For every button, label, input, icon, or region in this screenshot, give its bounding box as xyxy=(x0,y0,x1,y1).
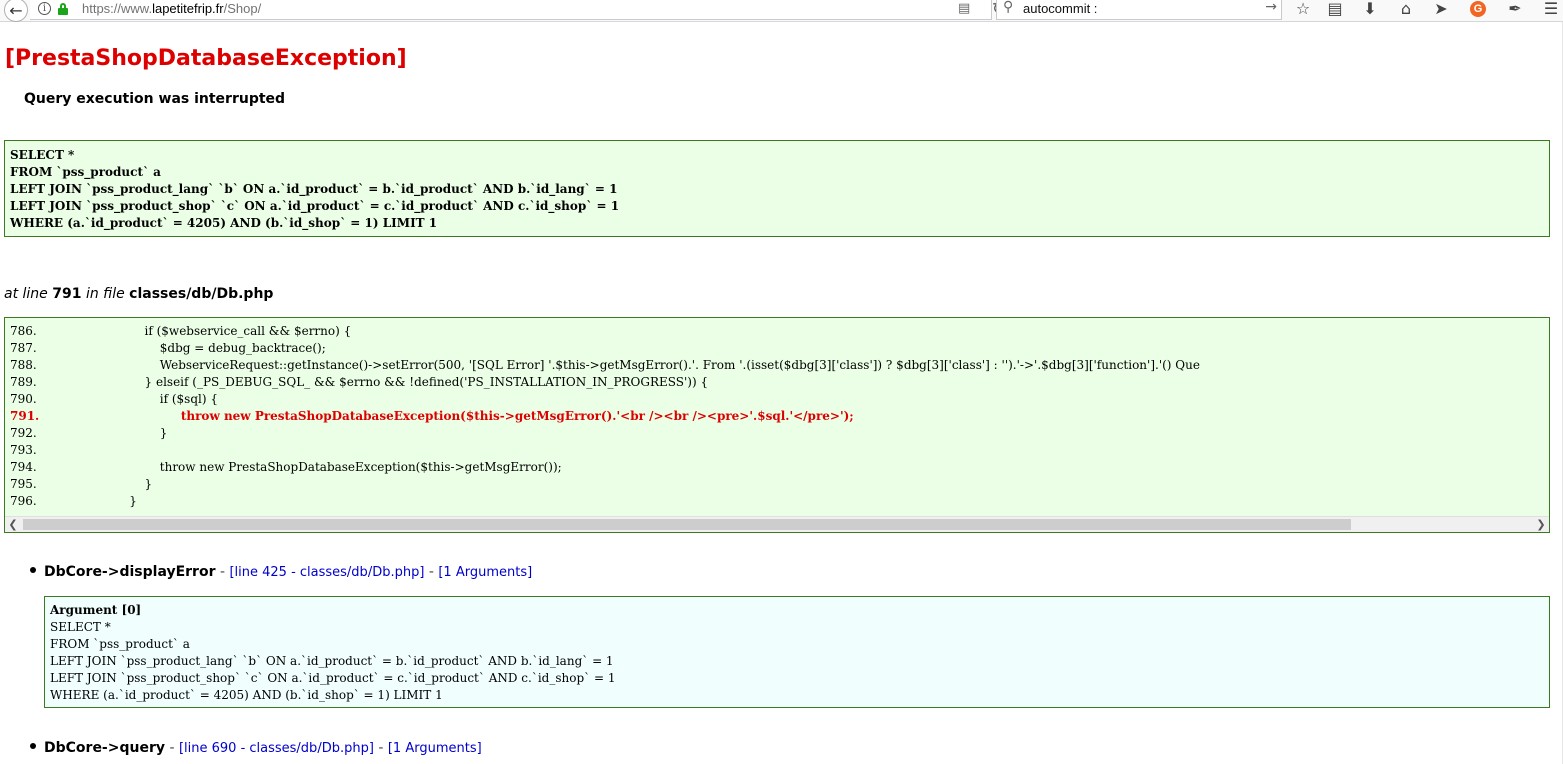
trace-args-link[interactable]: [1 Arguments] xyxy=(438,565,532,580)
code-lines: 786. if ($webservice_call && $errno) {78… xyxy=(10,323,1549,510)
code-line-number: 787. xyxy=(10,341,37,355)
download-icon[interactable]: ⬇ xyxy=(1358,0,1382,20)
code-line-number: 796. xyxy=(10,494,37,508)
trace-item: DbCore->displayError - [line 425 - class… xyxy=(30,564,532,580)
code-line-number: 794. xyxy=(10,460,37,474)
in-file-text: in file xyxy=(85,286,125,302)
code-line-number: 795. xyxy=(10,477,37,491)
url-prefix: https://www. xyxy=(82,1,153,16)
argument-line: FROM `pss_product` a xyxy=(50,637,190,651)
code-line-highlighted: 791. throw new PrestaShopDatabaseExcepti… xyxy=(10,408,1549,425)
reading-list-icon[interactable]: ▤ xyxy=(1323,0,1347,20)
code-line: 792. } xyxy=(10,425,1549,442)
sql-query-box: SELECT * FROM `pss_product` a LEFT JOIN … xyxy=(4,140,1550,237)
code-excerpt-box: 786. if ($webservice_call && $errno) {78… xyxy=(4,317,1550,533)
line-number: 791 xyxy=(52,286,82,302)
code-line-text: } xyxy=(114,494,137,508)
scroll-left-icon[interactable]: ❮ xyxy=(5,517,21,532)
code-line: 790. if ($sql) { xyxy=(10,391,1549,408)
code-line-number: 789. xyxy=(10,375,37,389)
trace-function: DbCore->query xyxy=(44,740,165,756)
trace-args-link[interactable]: [1 Arguments] xyxy=(388,741,482,756)
code-line: 788. WebserviceRequest::getInstance()->s… xyxy=(10,357,1549,374)
code-line-text: if ($sql) { xyxy=(114,392,218,406)
code-line: 793. xyxy=(10,442,1549,459)
url-host: lapetitefrip.fr xyxy=(152,1,224,16)
horizontal-scrollbar[interactable]: ❮ ❯ xyxy=(5,516,1549,532)
code-line-number: 788. xyxy=(10,358,37,372)
trace-separator: - xyxy=(215,564,230,580)
trace-separator: - xyxy=(165,740,179,756)
sql-line: LEFT JOIN `pss_product_shop` `c` ON a.`i… xyxy=(10,199,620,213)
error-location: at line 791 in file classes/db/Db.php xyxy=(4,286,273,302)
code-line: 787. $dbg = debug_backtrace(); xyxy=(10,340,1549,357)
trace-separator: - xyxy=(424,564,439,580)
code-line-text: if ($webservice_call && $errno) { xyxy=(114,324,352,338)
code-line-number: 791. xyxy=(10,409,40,423)
url-text[interactable]: https://www.lapetitefrip.fr/Shop/ xyxy=(82,1,261,16)
lock-icon[interactable] xyxy=(58,3,68,15)
code-line-text: WebserviceRequest::getInstance()->setErr… xyxy=(114,358,1200,372)
code-line-number: 790. xyxy=(10,392,37,406)
search-input[interactable]: autocommit : xyxy=(1023,1,1097,16)
argument-line: LEFT JOIN `pss_product_shop` `c` ON a.`i… xyxy=(50,671,616,685)
sql-line: FROM `pss_product` a xyxy=(10,165,161,179)
trace-separator: - xyxy=(373,740,388,756)
g-extension-icon[interactable]: G xyxy=(1470,1,1486,17)
url-bar[interactable]: i https://www.lapetitefrip.fr/Shop/ ▤ ↻ xyxy=(30,0,1005,20)
trace-line-link[interactable]: [line 690 - classes/db/Db.php] xyxy=(179,741,374,756)
back-icon[interactable]: ← xyxy=(4,0,28,22)
search-icon: ⚲ xyxy=(1003,0,1014,15)
argument-title: Argument [0] xyxy=(50,603,142,617)
menu-icon[interactable]: ☰ xyxy=(1539,0,1563,20)
bookmark-star-icon[interactable]: ☆ xyxy=(1291,0,1315,20)
code-line-number: 793. xyxy=(10,443,37,457)
bullet-icon xyxy=(30,743,36,749)
code-line-number: 786. xyxy=(10,324,37,338)
exception-title: [PrestaShopDatabaseException] xyxy=(5,46,407,71)
code-line: 796. } xyxy=(10,493,1549,510)
code-line-text: } xyxy=(114,477,153,491)
sql-line: WHERE (a.`id_product` = 4205) AND (b.`id… xyxy=(10,216,438,230)
url-path: /Shop/ xyxy=(223,1,262,16)
code-line: 786. if ($webservice_call && $errno) { xyxy=(10,323,1549,340)
file-path: classes/db/Db.php xyxy=(129,286,274,302)
code-line-text: throw new PrestaShopDatabaseException($t… xyxy=(114,460,562,474)
argument-box: Argument [0] SELECT * FROM `pss_product`… xyxy=(44,596,1550,708)
go-icon[interactable]: → xyxy=(1265,0,1277,15)
home-icon[interactable]: ⌂ xyxy=(1394,0,1418,20)
code-line-text: } elseif (_PS_DEBUG_SQL_ && $errno && !d… xyxy=(114,375,709,389)
code-line-text: throw new PrestaShopDatabaseException($t… xyxy=(114,409,854,423)
pen-icon[interactable]: ✒ xyxy=(1503,0,1527,20)
search-bar[interactable]: ⚲ autocommit : → xyxy=(996,0,1282,20)
reader-icon[interactable]: ▤ xyxy=(958,1,970,16)
argument-line: LEFT JOIN `pss_product_lang` `b` ON a.`i… xyxy=(50,654,614,668)
argument-line: WHERE (a.`id_product` = 4205) AND (b.`id… xyxy=(50,688,443,702)
code-line: 794. throw new PrestaShopDatabaseExcepti… xyxy=(10,459,1549,476)
trace-item: DbCore->query - [line 690 - classes/db/D… xyxy=(30,740,482,756)
argument-line: SELECT * xyxy=(50,620,111,634)
trace-line-link[interactable]: [line 425 - classes/db/Db.php] xyxy=(229,565,424,580)
code-line-text: } xyxy=(114,426,168,440)
exception-message: Query execution was interrupted xyxy=(24,91,286,107)
code-line: 789. } elseif (_PS_DEBUG_SQL_ && $errno … xyxy=(10,374,1549,391)
sql-line: LEFT JOIN `pss_product_lang` `b` ON a.`i… xyxy=(10,182,618,196)
info-icon[interactable]: i xyxy=(38,2,51,15)
at-line-prefix: at line xyxy=(4,286,48,302)
scrollbar-thumb[interactable] xyxy=(23,519,1351,530)
code-line-number: 792. xyxy=(10,426,37,440)
code-line-text: $dbg = debug_backtrace(); xyxy=(114,341,326,355)
trace-function: DbCore->displayError xyxy=(44,564,216,580)
bullet-icon xyxy=(30,567,36,573)
scroll-right-icon[interactable]: ❯ xyxy=(1533,517,1549,532)
send-icon[interactable]: ➤ xyxy=(1429,0,1453,20)
browser-toolbar: ← i https://www.lapetitefrip.fr/Shop/ ▤ … xyxy=(0,0,1563,22)
code-line: 795. } xyxy=(10,476,1549,493)
sql-line: SELECT * xyxy=(10,148,75,162)
